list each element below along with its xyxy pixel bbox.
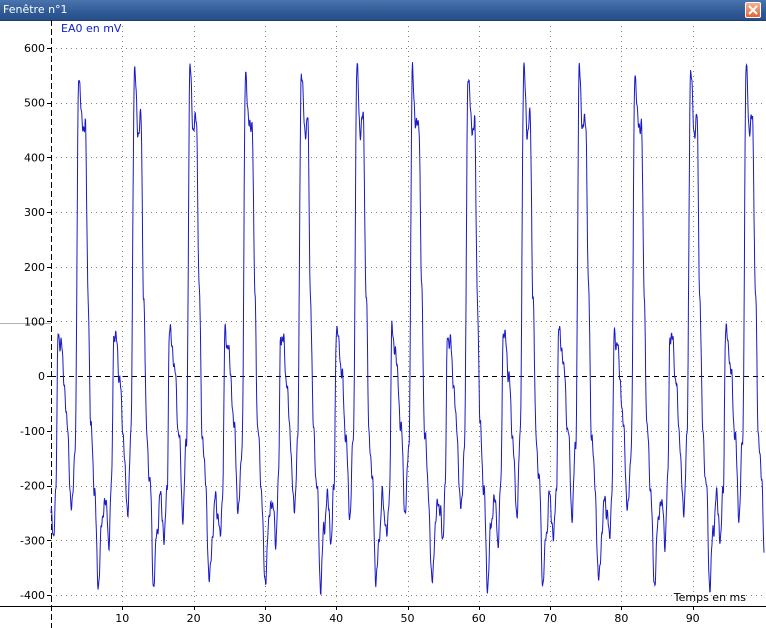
y-tick-label: -200	[20, 480, 45, 493]
y-tick-label: -100	[20, 425, 45, 438]
x-axis-label: Temps en ms	[673, 591, 746, 604]
x-tick-label: 40	[329, 612, 343, 625]
x-tick-label: 90	[686, 612, 700, 625]
x-tick-label: 80	[614, 612, 628, 625]
x-tick-label: 50	[401, 612, 415, 625]
y-tick-label: 300	[24, 206, 45, 219]
x-tick-label: 20	[187, 612, 201, 625]
x-tick-label: 70	[543, 612, 557, 625]
y-tick-label: -300	[20, 534, 45, 547]
y-tick-label: 0	[38, 370, 45, 383]
series-line	[50, 62, 765, 595]
x-tick-label: 30	[258, 612, 272, 625]
close-button[interactable]	[745, 2, 761, 18]
y-tick-label: 600	[24, 42, 45, 55]
y-ticks: -400 -300 -200 -100 0 100 200 300 400 500 600	[20, 42, 51, 602]
close-icon	[748, 5, 758, 15]
y-tick-label: 200	[24, 261, 45, 274]
title-bar[interactable]: Fenêtre n°1	[0, 0, 766, 21]
window-title: Fenêtre n°1	[3, 3, 68, 16]
y-tick-label: 400	[24, 151, 45, 164]
y-tick-label: 100	[24, 315, 45, 328]
grid	[51, 26, 764, 606]
x-tick-label: 60	[472, 612, 486, 625]
y-tick-label: -400	[20, 589, 45, 602]
plot-window: Fenêtre n°1 -400 -300 -200 -100 0 100 200 300 40…	[0, 0, 766, 628]
oscilloscope-chart: -400 -300 -200 -100 0 100 200 300 400 500 600 10 20…	[0, 20, 766, 628]
y-tick-label: 500	[24, 97, 45, 110]
x-tick-label: 10	[115, 612, 129, 625]
x-ticks: 10 20 30 40 50 60 70 80 90	[115, 606, 700, 625]
y-axis-label: EA0 en mV	[61, 22, 122, 35]
